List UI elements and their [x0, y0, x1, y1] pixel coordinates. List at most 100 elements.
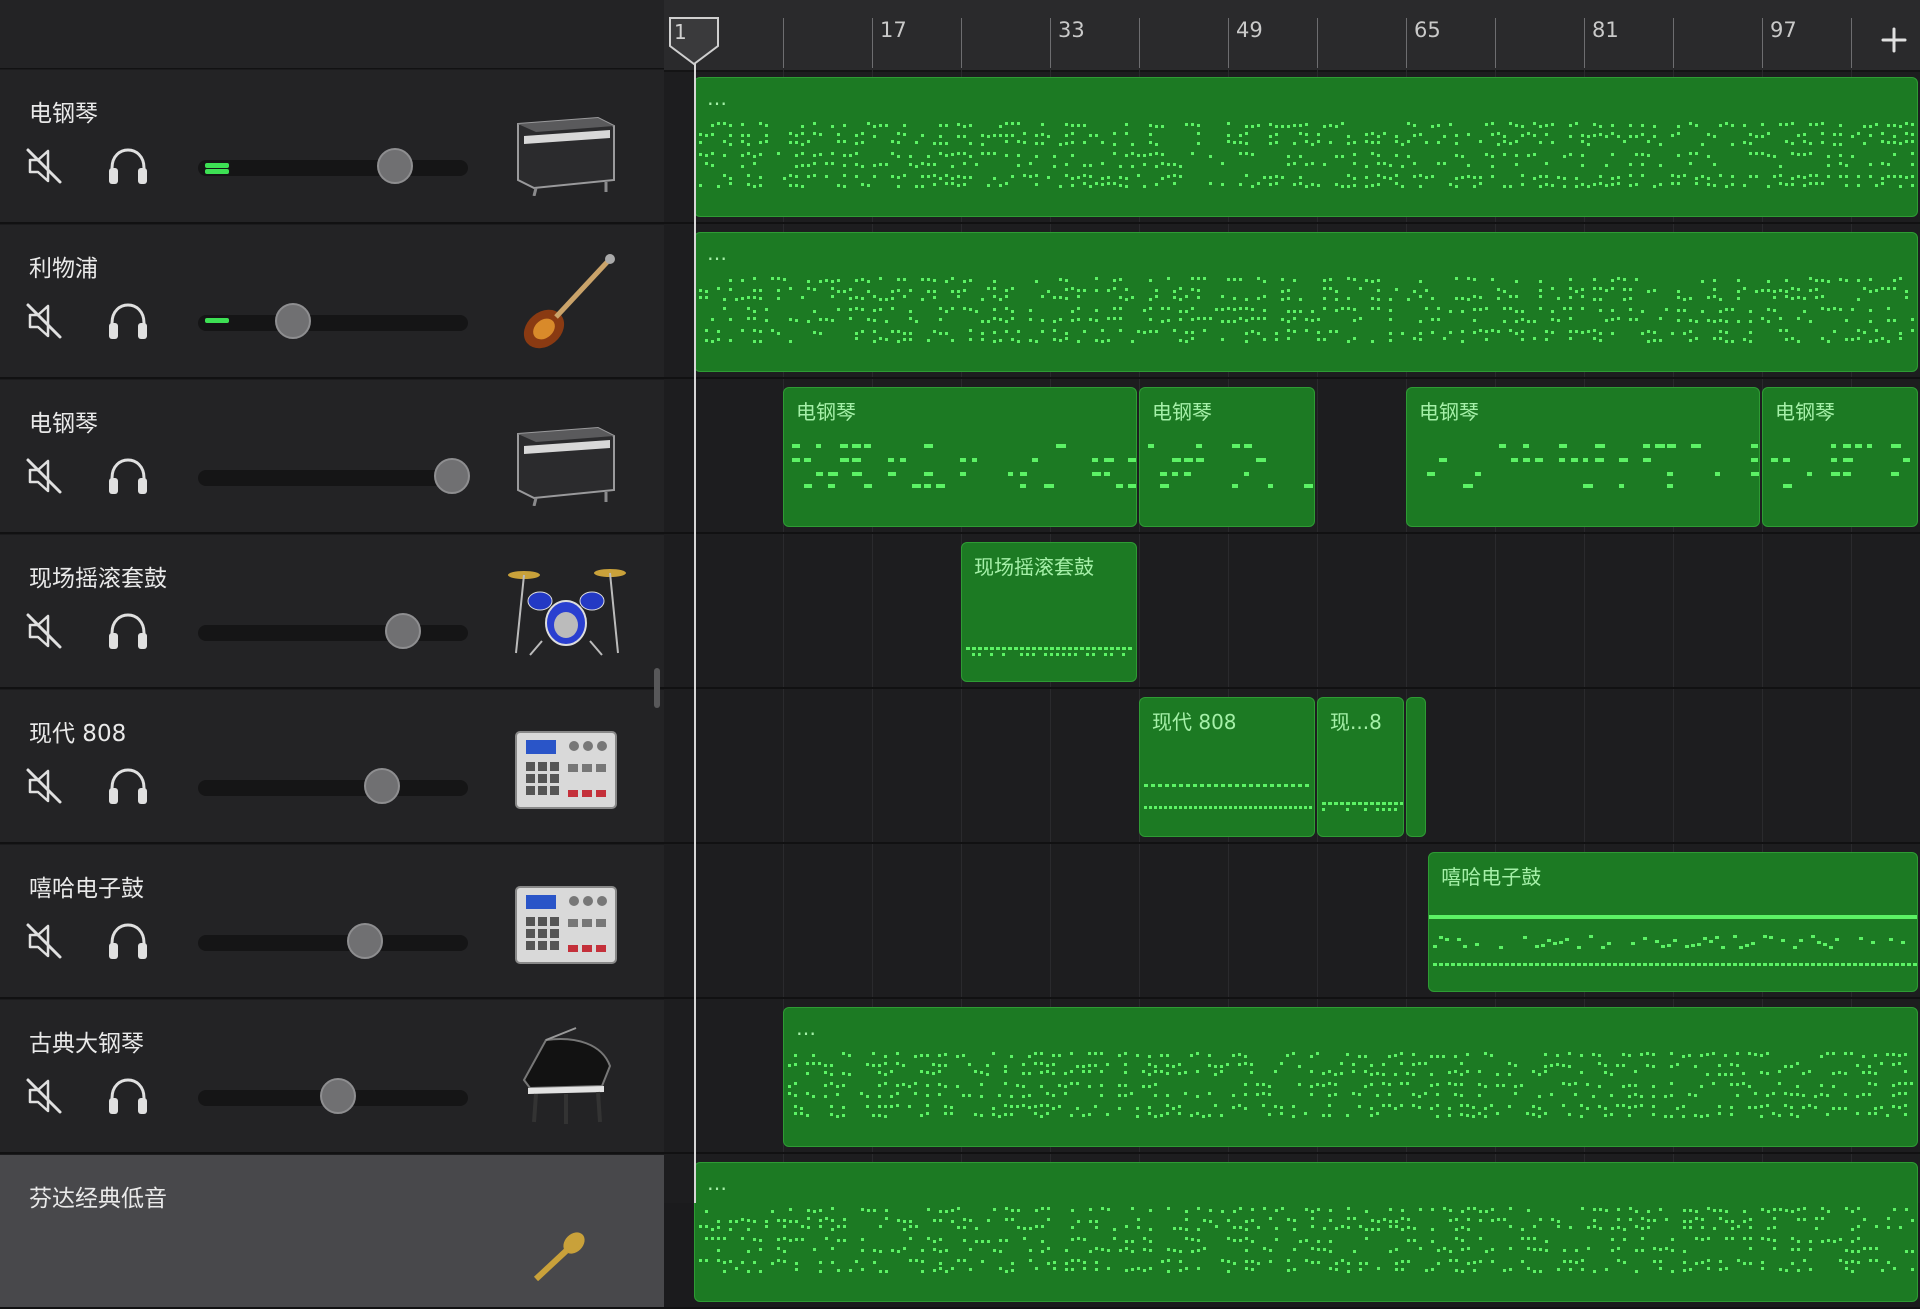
- midi-note: [1911, 163, 1914, 166]
- midi-note: [1395, 1225, 1398, 1228]
- midi-note: [1629, 1218, 1632, 1221]
- midi-note: [1491, 1219, 1494, 1222]
- midi-note: [1667, 944, 1672, 947]
- midi-note: [1467, 298, 1470, 301]
- midi-note: [972, 458, 977, 462]
- volume-knob[interactable]: [347, 923, 384, 959]
- add-section-button[interactable]: [1874, 20, 1914, 60]
- midi-note: [1035, 1267, 1038, 1270]
- midi-note: [1617, 317, 1620, 320]
- midi-note: [1023, 132, 1026, 135]
- midi-note: [1539, 295, 1542, 298]
- midi-region[interactable]: 现代 808: [1139, 697, 1315, 837]
- volume-knob[interactable]: [274, 303, 311, 339]
- midi-note: [1376, 808, 1379, 811]
- midi-note: [1365, 1228, 1368, 1231]
- mute-button[interactable]: [22, 144, 66, 188]
- timeline-ruler[interactable]: 17 33 49 65 81 97: [664, 0, 1920, 72]
- volume-slider[interactable]: [198, 458, 470, 494]
- solo-button[interactable]: [104, 609, 152, 653]
- midi-region[interactable]: 电钢琴: [783, 387, 1137, 527]
- mute-button[interactable]: [22, 609, 66, 653]
- midi-note: [1778, 1082, 1781, 1085]
- midi-note: [1611, 1249, 1614, 1252]
- track-header[interactable]: 利物浦: [0, 225, 664, 379]
- volume-slider[interactable]: [198, 1078, 468, 1114]
- volume-slider[interactable]: [198, 923, 468, 959]
- midi-note: [1844, 1072, 1847, 1075]
- midi-note: [903, 133, 906, 136]
- midi-note: [879, 1225, 882, 1228]
- midi-region[interactable]: [1406, 697, 1427, 837]
- track-header[interactable]: 古典大钢琴: [0, 1000, 664, 1154]
- midi-note: [1455, 1259, 1458, 1262]
- midi-note: [963, 280, 966, 283]
- mute-button[interactable]: [22, 299, 66, 343]
- midi-note: [1791, 142, 1794, 145]
- midi-region[interactable]: 嘻哈电子鼓: [1428, 852, 1918, 992]
- volume-knob[interactable]: [385, 613, 422, 649]
- midi-note: [1401, 143, 1404, 146]
- track-header[interactable]: 芬达经典低音: [0, 1155, 664, 1309]
- midi-note: [1544, 1053, 1547, 1056]
- track-header[interactable]: 现代 808: [0, 690, 664, 844]
- mute-button[interactable]: [22, 764, 66, 808]
- midi-note: [1472, 1106, 1475, 1109]
- solo-button[interactable]: [104, 144, 152, 188]
- midi-note: [1293, 142, 1296, 145]
- midi-note: [1749, 152, 1752, 155]
- volume-slider[interactable]: [198, 768, 468, 804]
- volume-slider[interactable]: [198, 148, 468, 184]
- midi-region[interactable]: …: [783, 1007, 1918, 1147]
- solo-button[interactable]: [104, 454, 152, 498]
- midi-note: [753, 296, 756, 299]
- midi-note: [1166, 1054, 1169, 1057]
- track-header[interactable]: 嘻哈电子鼓: [0, 845, 664, 999]
- midi-note: [1466, 1104, 1469, 1107]
- volume-slider[interactable]: [198, 303, 468, 339]
- track-list-scroll-handle[interactable]: [654, 668, 660, 708]
- midi-note: [867, 318, 870, 321]
- volume-knob[interactable]: [320, 1078, 357, 1114]
- midi-note: [819, 280, 822, 283]
- midi-note: [1587, 1247, 1590, 1250]
- midi-note: [1901, 963, 1906, 966]
- track-header[interactable]: 现场摇滚套鼓: [0, 535, 664, 689]
- track-header[interactable]: 电钢琴: [0, 70, 664, 224]
- midi-note: [1358, 1105, 1361, 1108]
- midi-region[interactable]: 现场摇滚套鼓: [961, 542, 1137, 682]
- volume-slider[interactable]: [198, 613, 468, 649]
- solo-button[interactable]: [104, 299, 152, 343]
- mute-button[interactable]: [22, 454, 66, 498]
- midi-note: [921, 1260, 924, 1263]
- midi-region[interactable]: 电钢琴: [1762, 387, 1918, 527]
- midi-note: [1851, 1260, 1854, 1263]
- midi-note: [1250, 1063, 1253, 1066]
- midi-note: [705, 1237, 708, 1240]
- solo-button[interactable]: [104, 919, 152, 963]
- midi-region[interactable]: 现...8: [1317, 697, 1404, 837]
- mute-button[interactable]: [22, 1074, 66, 1118]
- midi-note: [1586, 1083, 1589, 1086]
- midi-note: [933, 290, 936, 293]
- midi-region[interactable]: …: [694, 1162, 1918, 1302]
- midi-region[interactable]: 电钢琴: [1139, 387, 1315, 527]
- midi-note: [1287, 125, 1290, 128]
- midi-region[interactable]: 电钢琴: [1406, 387, 1760, 527]
- volume-knob[interactable]: [363, 768, 400, 804]
- volume-knob[interactable]: [433, 458, 470, 494]
- mute-button[interactable]: [22, 919, 66, 963]
- volume-knob[interactable]: [377, 148, 414, 184]
- solo-button[interactable]: [104, 764, 152, 808]
- midi-note: [1892, 1094, 1895, 1097]
- midi-region[interactable]: …: [694, 232, 1918, 372]
- midi-note: [807, 175, 810, 178]
- midi-note: [1619, 458, 1628, 462]
- solo-button[interactable]: [104, 1074, 152, 1118]
- midi-region[interactable]: …: [694, 77, 1918, 217]
- track-header[interactable]: 电钢琴: [0, 380, 664, 534]
- midi-note: [1179, 165, 1182, 168]
- midi-note: [1496, 1112, 1499, 1115]
- midi-note: [1083, 330, 1086, 333]
- midi-note: [1191, 123, 1194, 126]
